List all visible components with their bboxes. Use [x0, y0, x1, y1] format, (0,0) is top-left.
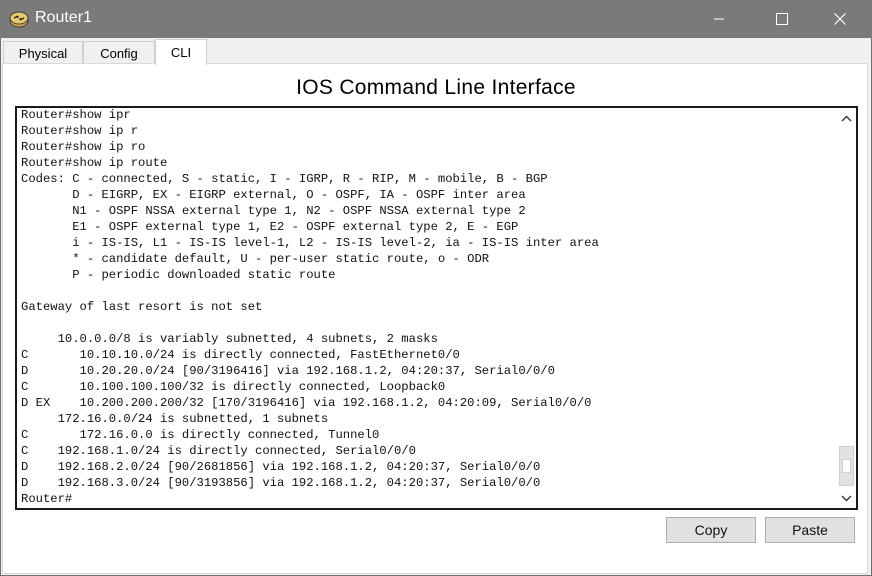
maximize-button[interactable] — [757, 0, 807, 38]
close-button[interactable] — [815, 0, 865, 38]
console-line: C 10.10.10.0/24 is directly connected, F… — [21, 348, 460, 362]
tab-config[interactable]: Config — [83, 41, 155, 64]
maximize-icon — [776, 13, 788, 25]
console-output[interactable]: Router#show ipr Router#show ip r Router#sh… — [21, 108, 829, 507]
scroll-thumb-grip — [842, 459, 851, 473]
scroll-thumb[interactable] — [839, 446, 854, 486]
console-line: 10.0.0.0/8 is variably subnetted, 4 subn… — [21, 332, 438, 346]
scroll-up-button[interactable] — [837, 108, 856, 128]
cli-panel: IOS Command Line Interface Router#show i… — [2, 63, 868, 574]
console-line: i - IS-IS, L1 - IS-IS level-1, L2 - IS-I… — [21, 236, 599, 250]
router-icon — [9, 11, 29, 28]
console-line: E1 - OSPF external type 1, E2 - OSPF ext… — [21, 220, 519, 234]
scroll-down-button[interactable] — [837, 488, 856, 508]
tab-cli[interactable]: CLI — [155, 39, 207, 65]
console-line: * - candidate default, U - per-user stat… — [21, 252, 490, 266]
window-title: Router1 — [35, 9, 92, 26]
console-line: D 192.168.3.0/24 [90/3193856] via 192.16… — [21, 476, 541, 490]
console-line: N1 - OSPF NSSA external type 1, N2 - OSP… — [21, 204, 526, 218]
minimize-button[interactable] — [694, 0, 744, 38]
console-line: Router#show ip ro — [21, 140, 146, 154]
chevron-down-icon — [841, 495, 852, 501]
console-line: D 10.20.20.0/24 [90/3196416] via 192.168… — [21, 364, 555, 378]
console-line: C 10.100.100.100/32 is directly connecte… — [21, 380, 446, 394]
console-line: C 192.168.1.0/24 is directly connected, … — [21, 444, 416, 458]
console-line: Router#show ip route — [21, 156, 168, 170]
console-line: Router#show ipr — [21, 108, 131, 122]
cli-heading: IOS Command Line Interface — [296, 76, 576, 99]
console-line: Router# — [21, 492, 73, 506]
title-bar[interactable]: Router1 — [0, 0, 872, 38]
tab-physical[interactable]: Physical — [3, 41, 83, 64]
close-icon — [834, 13, 846, 25]
tab-strip: Physical Config CLI — [1, 38, 871, 65]
console-line: Gateway of last resort is not set — [21, 300, 263, 314]
paste-button[interactable]: Paste — [765, 517, 855, 543]
console-line: 172.16.0.0/24 is subnetted, 1 subnets — [21, 412, 329, 426]
copy-button[interactable]: Copy — [666, 517, 756, 543]
console-scrollbar[interactable] — [837, 108, 856, 508]
console-line: Router#show ip r — [21, 124, 139, 138]
console-line: C 172.16.0.0 is directly connected, Tunn… — [21, 428, 380, 442]
minimize-icon — [714, 18, 724, 20]
console-line: D - EIGRP, EX - EIGRP external, O - OSPF… — [21, 188, 526, 202]
console-line: D 192.168.2.0/24 [90/2681856] via 192.16… — [21, 460, 541, 474]
console-line: D EX 10.200.200.200/32 [170/3196416] via… — [21, 396, 592, 410]
console-line: Codes: C - connected, S - static, I - IG… — [21, 172, 548, 186]
cli-console[interactable]: Router#show ipr Router#show ip r Router#sh… — [15, 106, 858, 510]
chevron-up-icon — [841, 115, 852, 121]
window-client: Physical Config CLI IOS Command Line Int… — [1, 38, 871, 575]
console-line: P - periodic downloaded static route — [21, 268, 336, 282]
